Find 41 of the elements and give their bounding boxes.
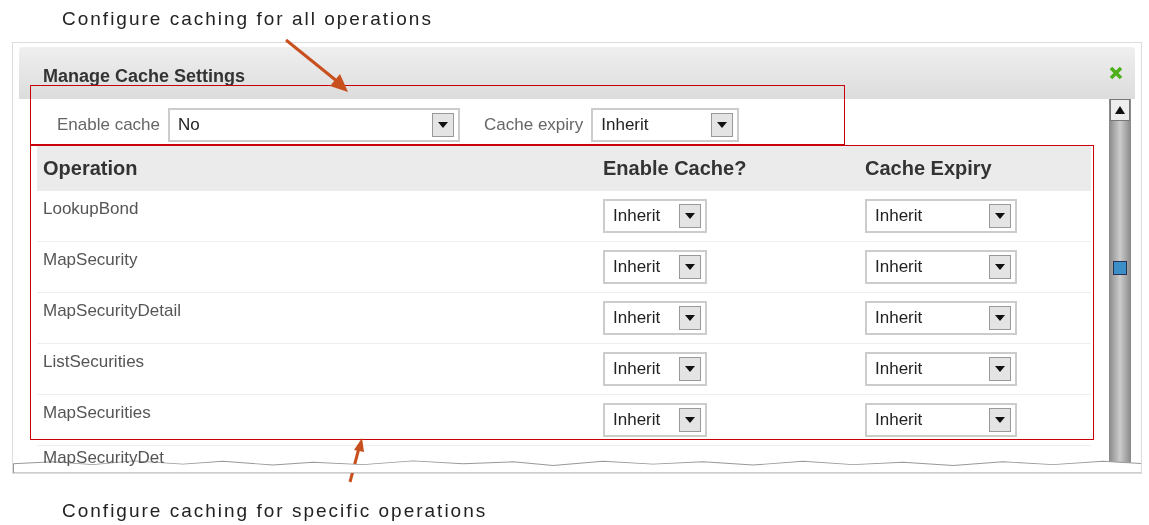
caret-icon (989, 357, 1011, 381)
dropdown[interactable]: Inherit (603, 199, 707, 233)
operation-name: MapSecurityDet (42, 448, 164, 467)
dropdown[interactable]: Inherit (591, 108, 740, 142)
caret-icon (989, 255, 1011, 279)
operation-name: MapSecurity (42, 249, 139, 270)
dropdown[interactable]: Inherit (603, 250, 707, 284)
caret-icon (679, 306, 701, 330)
close-icon[interactable] (1109, 66, 1123, 80)
field-label: Cache expiry (484, 115, 584, 135)
dropdown[interactable]: Inherit (865, 250, 1017, 284)
dropdown[interactable]: No (168, 108, 461, 142)
column-header: Cache Expiry (865, 156, 993, 180)
operation-name: MapSecurityDetail (42, 300, 182, 321)
operation-name: MapSecurities (42, 402, 152, 423)
caret-icon (989, 408, 1011, 432)
caret-icon (432, 113, 455, 137)
caret-icon (989, 204, 1011, 228)
column-header: Enable Cache? (603, 156, 748, 180)
dropdown[interactable]: Inherit (865, 403, 1017, 437)
caret-icon (989, 306, 1011, 330)
caret-icon (711, 113, 734, 137)
dropdown[interactable]: Inherit (603, 352, 707, 386)
dropdown[interactable]: Inherit (603, 403, 707, 437)
dialog-title: Manage Cache Settings (43, 65, 246, 87)
caret-icon (679, 255, 701, 279)
field-label: Enable cache (57, 115, 161, 135)
caret-icon (679, 204, 701, 228)
annotation-text: Configure caching for specific operations (62, 500, 488, 522)
operation-name: LookupBond (42, 198, 140, 219)
dropdown[interactable]: Inherit (603, 301, 707, 335)
dropdown[interactable]: Inherit (865, 199, 1017, 233)
operation-name: ListSecurities (42, 351, 146, 372)
dropdown[interactable]: Inherit (865, 301, 1017, 335)
caret-icon (679, 357, 701, 381)
dropdown[interactable]: Inherit (865, 352, 1017, 386)
column-header: Operation (42, 156, 139, 180)
caret-icon (679, 408, 701, 432)
scroll-thumb[interactable] (1113, 261, 1127, 275)
scroll-up-button[interactable] (1110, 99, 1130, 121)
annotation-text: Configure caching for all operations (62, 8, 433, 30)
